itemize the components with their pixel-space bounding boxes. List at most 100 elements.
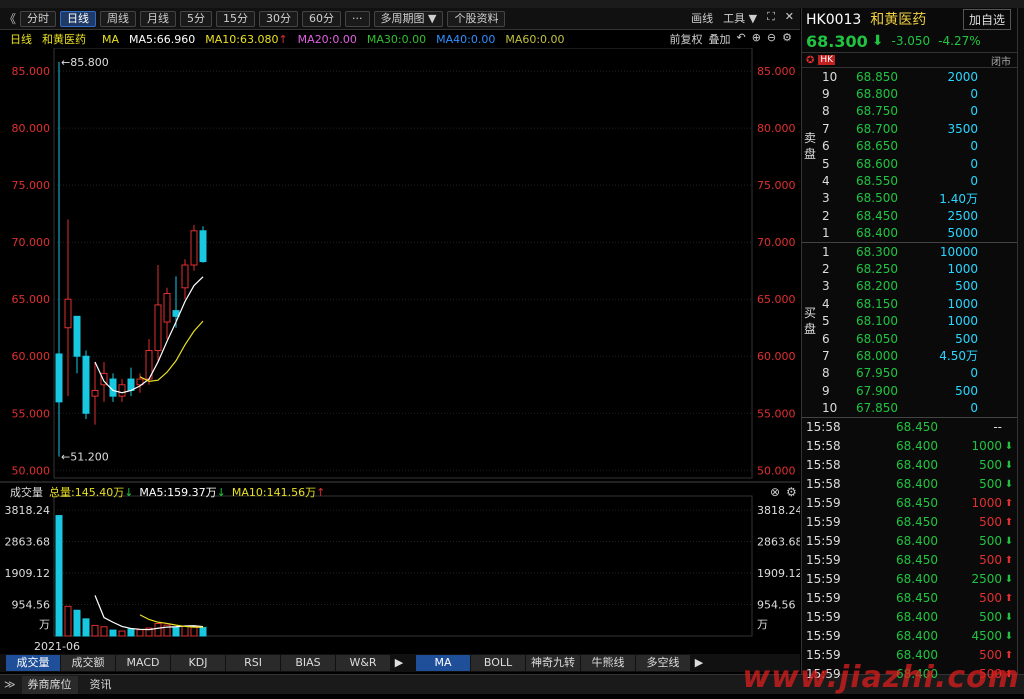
pane-settings-icon[interactable]: ⚙ xyxy=(786,485,797,499)
toolbar-tool[interactable]: ✕ xyxy=(785,10,794,26)
bid-row[interactable]: 6 68.050 500 xyxy=(802,330,1017,347)
volume-unit-label-right: 万 xyxy=(757,618,768,631)
price-tick-label: 80.000 xyxy=(12,122,51,135)
bid-row[interactable]: 9 67.900 500 xyxy=(802,382,1017,399)
volume-bar xyxy=(190,626,198,637)
bid-row[interactable]: 3 68.200 500 xyxy=(802,278,1017,295)
toolbar-tool[interactable]: 工具 ▼ xyxy=(723,10,757,26)
level-label: 10 xyxy=(822,69,838,84)
price-tick-label-right: 75.000 xyxy=(757,179,796,192)
x-axis-date-label: 2021-06 xyxy=(34,640,80,653)
indicator-tab[interactable]: 牛熊线 xyxy=(581,655,635,671)
ask-row[interactable]: 9 68.800 0 xyxy=(802,85,1017,102)
market-tag: HK xyxy=(818,55,836,65)
period-button[interactable]: 多周期图 ▼ xyxy=(373,10,444,27)
level-label: 4 xyxy=(822,174,830,189)
ask-row[interactable]: 10 68.850 2000 xyxy=(802,68,1017,85)
settings-icon[interactable]: ⚙ xyxy=(782,31,792,47)
bid-row[interactable]: 4 68.150 1000 xyxy=(802,295,1017,312)
order-price: 68.100 xyxy=(856,314,898,329)
close-pane-icon[interactable]: ⊗ xyxy=(770,485,780,499)
undo-icon[interactable]: ↶ xyxy=(736,31,745,47)
order-volume: 0 xyxy=(970,139,978,154)
ask-row[interactable]: 1 68.400 5000 xyxy=(802,225,1017,242)
ask-row[interactable]: 3 68.500 1.40万 xyxy=(802,190,1017,207)
tick-time: 15:58 xyxy=(806,458,841,473)
bid-row[interactable]: 7 68.000 4.50万 xyxy=(802,347,1017,364)
indicator-tab[interactable]: MA xyxy=(416,655,470,671)
tab-news[interactable]: 资讯 xyxy=(84,676,118,694)
order-volume: 0 xyxy=(970,174,978,189)
period-button[interactable]: 周线 xyxy=(100,10,137,27)
period-button[interactable]: 月线 xyxy=(140,10,177,27)
period-button[interactable]: 分时 xyxy=(20,10,57,27)
kline-chart[interactable]: 85.000 85.000 80.000 80.000 75.000 75.000 70.0… xyxy=(0,48,800,654)
indicator-tab[interactable]: ▶ xyxy=(391,655,407,671)
tick-price: 68.400 xyxy=(896,534,938,549)
ask-row[interactable]: 4 68.550 0 xyxy=(802,172,1017,189)
bid-row[interactable]: 1 68.300 10000 xyxy=(802,243,1017,260)
indicator-tab[interactable]: 多空线 xyxy=(636,655,690,671)
order-volume: 0 xyxy=(970,366,978,381)
ask-row[interactable]: 2 68.450 2500 xyxy=(802,207,1017,224)
bid-row[interactable]: 8 67.950 0 xyxy=(802,365,1017,382)
tick-time: 15:59 xyxy=(806,591,841,606)
indicator-tab[interactable]: BIAS xyxy=(281,655,335,671)
level-label: 9 xyxy=(822,87,830,102)
volume-tick-label-right: 2863.68 xyxy=(757,536,800,549)
add-watchlist-button[interactable]: 加自选 xyxy=(962,8,1011,30)
period-button[interactable]: 个股资料 xyxy=(447,10,506,27)
tick-price: 68.450 xyxy=(896,553,938,568)
period-button[interactable]: 日线 xyxy=(60,10,97,27)
tick-row: 15:59 68.450 500 ⬆ xyxy=(802,551,1017,570)
indicator-tab[interactable]: RSI xyxy=(226,655,280,671)
bid-book: 买盘 1 68.300 10000 2 68.250 1000 3 68.200 500 4 68.… xyxy=(802,243,1017,418)
indicator-tab[interactable]: 神奇九转 xyxy=(526,655,580,671)
order-volume: 500 xyxy=(955,331,978,346)
tick-row: 15:59 68.400 500 ⬇ xyxy=(802,608,1017,627)
price-line: 68.300 ⬇ -3.050 -4.27% xyxy=(802,30,1017,52)
indicator-tab[interactable]: KDJ xyxy=(171,655,225,671)
ask-row[interactable]: 5 68.600 0 xyxy=(802,155,1017,172)
period-button[interactable]: 15分 xyxy=(216,10,256,27)
ask-row[interactable]: 8 68.750 0 xyxy=(802,103,1017,120)
bid-row[interactable]: 2 68.250 1000 xyxy=(802,260,1017,277)
quote-panel: HK0013 和黄医药 加自选 68.300 ⬇ -3.050 -4.27% ✪… xyxy=(801,8,1017,681)
tab-broker-seats[interactable]: 券商席位 xyxy=(21,675,78,694)
down-arrow-icon: ⬇ xyxy=(1004,630,1014,642)
indicator-tab[interactable]: MACD xyxy=(116,655,170,671)
market-status: 闭市 xyxy=(991,56,1011,68)
bid-row[interactable]: 10 67.850 0 xyxy=(802,399,1017,416)
tick-price: 68.400 xyxy=(896,629,938,644)
candle-body xyxy=(82,355,90,414)
volume-bar xyxy=(64,605,72,637)
adjust-button[interactable]: 前复权 xyxy=(669,31,702,47)
ask-book: 卖盘 10 68.850 2000 9 68.800 0 8 68.750 0 7 68.700 35… xyxy=(802,68,1017,243)
indicator-tab[interactable]: W&R xyxy=(336,655,390,671)
ask-row[interactable]: 6 68.650 0 xyxy=(802,138,1017,155)
indicator-tab[interactable]: 成交额 xyxy=(61,655,115,671)
bid-row[interactable]: 5 68.100 1000 xyxy=(802,312,1017,329)
zoom-out-icon[interactable]: ⊖ xyxy=(767,31,776,47)
candle-body xyxy=(118,384,126,397)
overlay-button[interactable]: 叠加 xyxy=(708,31,730,47)
toolbar-tool[interactable]: ⛶ xyxy=(767,10,775,26)
up-arrow-icon: ⬆ xyxy=(1004,516,1014,528)
legend-right-tools: 前复权 叠加 ↶ ⊕ ⊖ ⚙ xyxy=(669,31,792,47)
indicator-tab[interactable]: BOLL xyxy=(471,655,525,671)
order-volume: 1.40万 xyxy=(939,191,978,206)
tick-time: 15:58 xyxy=(806,477,841,492)
period-button[interactable]: ··· xyxy=(345,10,370,27)
order-price: 68.450 xyxy=(856,208,898,223)
collapse-left-icon[interactable]: 《 xyxy=(4,10,16,27)
ask-row[interactable]: 7 68.700 3500 xyxy=(802,120,1017,137)
level-label: 1 xyxy=(822,226,830,241)
expand-icon[interactable]: ≫ xyxy=(4,678,16,691)
period-button[interactable]: 60分 xyxy=(302,10,342,27)
period-button[interactable]: 5分 xyxy=(180,10,213,27)
toolbar-tool[interactable]: 画线 xyxy=(691,10,713,26)
indicator-tab[interactable]: 成交量 xyxy=(6,655,60,671)
period-button[interactable]: 30分 xyxy=(259,10,299,27)
zoom-in-icon[interactable]: ⊕ xyxy=(752,31,761,47)
indicator-tab[interactable]: ▶ xyxy=(691,655,707,671)
